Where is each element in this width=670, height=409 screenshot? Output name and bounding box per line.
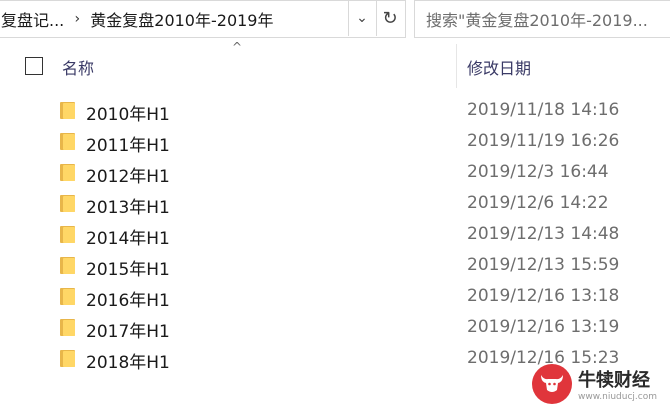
file-name: 2013年H1 bbox=[86, 198, 170, 218]
column-header-name[interactable]: 名称 bbox=[62, 55, 94, 79]
file-date: 2019/12/16 13:18 bbox=[467, 286, 620, 306]
file-date: 2019/12/13 15:59 bbox=[467, 255, 620, 275]
folder-icon bbox=[60, 133, 75, 150]
bull-logo-icon bbox=[532, 363, 572, 404]
chevron-down-icon[interactable]: ⌄ bbox=[348, 0, 375, 36]
file-list: 2010年H1 2019/11/18 14:16 2011年H1 2019/11… bbox=[0, 95, 670, 374]
file-name: 2016年H1 bbox=[86, 291, 170, 311]
sort-ascending-icon: ^ bbox=[232, 40, 243, 54]
file-row[interactable]: 2010年H1 2019/11/18 14:16 bbox=[0, 95, 670, 126]
folder-icon bbox=[60, 195, 75, 212]
folder-icon bbox=[60, 319, 75, 336]
file-row[interactable]: 2014年H1 2019/12/13 14:48 bbox=[0, 219, 670, 250]
file-date: 2019/11/18 14:16 bbox=[467, 100, 620, 120]
file-date: 2019/11/19 16:26 bbox=[467, 131, 620, 151]
refresh-icon[interactable]: ↻ bbox=[376, 0, 403, 36]
file-name: 2017年H1 bbox=[86, 322, 170, 342]
search-input[interactable]: 搜索"黄金复盘2010年-2019... bbox=[414, 0, 670, 38]
folder-icon bbox=[60, 288, 75, 305]
address-bar[interactable]: 复盘记... › 黄金复盘2010年-2019年 bbox=[0, 0, 406, 38]
file-name: 2014年H1 bbox=[86, 229, 170, 249]
file-name: 2012年H1 bbox=[86, 167, 170, 187]
file-date: 2019/12/13 14:48 bbox=[467, 224, 620, 244]
file-name: 2018年H1 bbox=[86, 353, 170, 373]
folder-icon bbox=[60, 226, 75, 243]
folder-icon bbox=[60, 102, 75, 119]
file-name: 2010年H1 bbox=[86, 105, 170, 125]
breadcrumb-root[interactable]: 复盘记... bbox=[0, 7, 64, 31]
file-row[interactable]: 2012年H1 2019/12/3 16:44 bbox=[0, 157, 670, 188]
file-name: 2015年H1 bbox=[86, 260, 170, 280]
breadcrumb-current[interactable]: 黄金复盘2010年-2019年 bbox=[90, 7, 273, 31]
file-row[interactable]: 2011年H1 2019/11/19 16:26 bbox=[0, 126, 670, 157]
file-row[interactable]: 2016年H1 2019/12/16 13:18 bbox=[0, 281, 670, 312]
folder-icon bbox=[60, 350, 75, 367]
folder-icon bbox=[60, 164, 75, 181]
file-row[interactable]: 2017年H1 2019/12/16 13:19 bbox=[0, 312, 670, 343]
file-date: 2019/12/6 14:22 bbox=[467, 193, 609, 213]
search-placeholder: 搜索"黄金复盘2010年-2019... bbox=[426, 11, 648, 30]
file-row[interactable]: 2013年H1 2019/12/6 14:22 bbox=[0, 188, 670, 219]
watermark-title: 牛犊财经 bbox=[578, 369, 650, 391]
column-divider[interactable] bbox=[456, 44, 457, 88]
breadcrumb-separator-icon[interactable]: › bbox=[64, 11, 90, 27]
watermark: 牛犊财经 www.niuducj.com bbox=[532, 358, 670, 409]
watermark-url: www.niuducj.com bbox=[578, 391, 657, 402]
file-name: 2011年H1 bbox=[86, 136, 170, 156]
file-date: 2019/12/3 16:44 bbox=[467, 162, 609, 182]
folder-icon bbox=[60, 257, 75, 274]
file-date: 2019/12/16 13:19 bbox=[467, 317, 620, 337]
file-row[interactable]: 2015年H1 2019/12/13 15:59 bbox=[0, 250, 670, 281]
select-all-checkbox[interactable] bbox=[25, 57, 43, 75]
column-header-date-modified[interactable]: 修改日期 bbox=[467, 55, 531, 79]
